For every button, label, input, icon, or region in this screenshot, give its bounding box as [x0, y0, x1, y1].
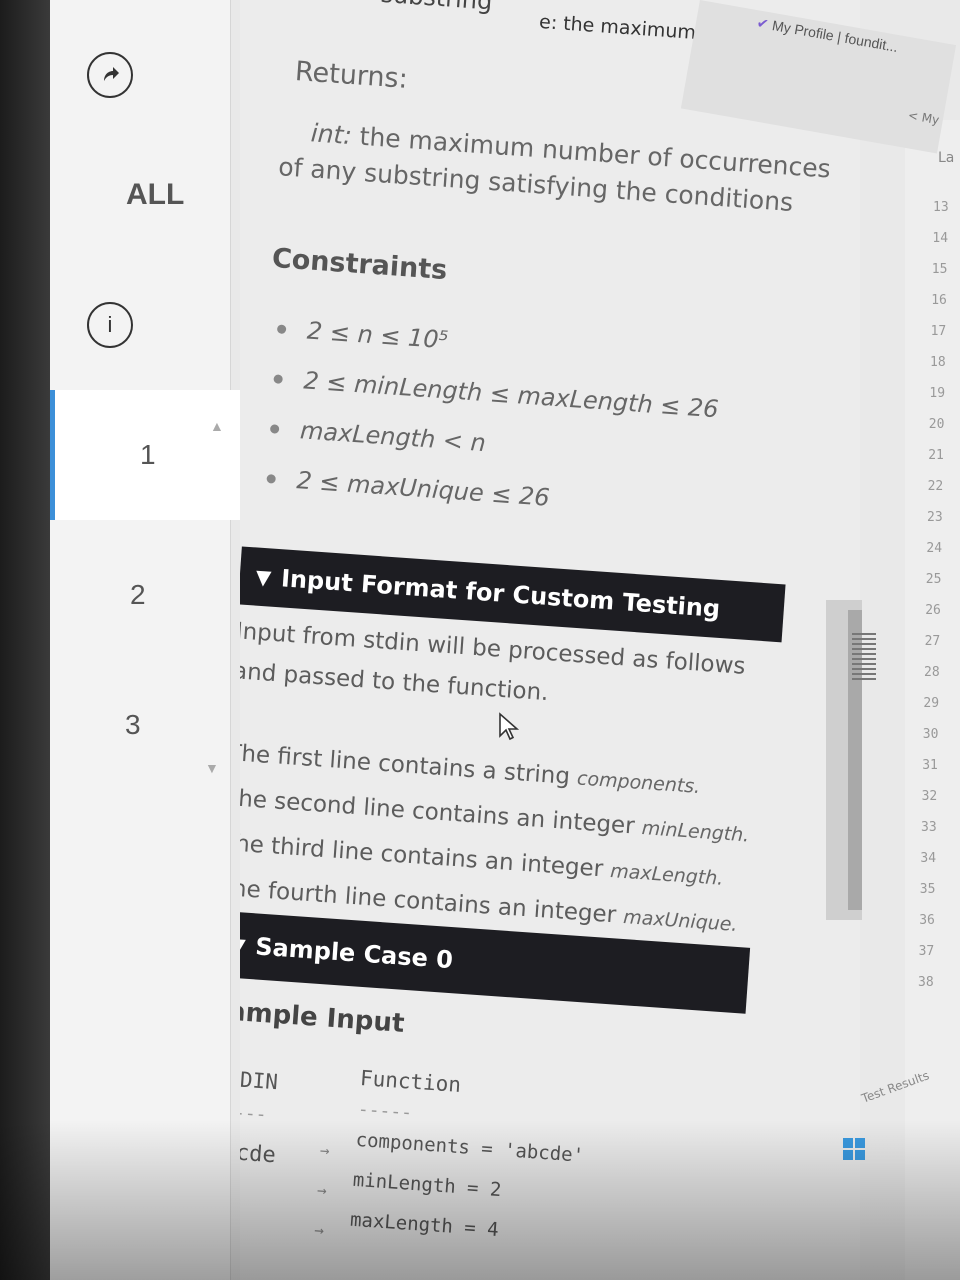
- editor-line-number: 32: [921, 789, 938, 804]
- editor-line-gutter: 13 14 15 16 17 18 19 20 21 22 23 24 25 26 27 28 29 30 31 32…: [905, 120, 960, 1280]
- editor-line-number: 34: [920, 851, 937, 866]
- screen: ALL i 1 ▲ 2 3 ▼ substring e: the maximum…: [0, 0, 960, 1280]
- back-button[interactable]: [20, 40, 200, 110]
- input-format-title: Input Format for Custom Testing: [280, 564, 722, 623]
- windows-start-icon[interactable]: [843, 1138, 865, 1160]
- constraints-title: Constraints: [270, 242, 449, 287]
- arrow-icon: →: [313, 1220, 325, 1240]
- editor-line-number: 13: [933, 200, 949, 215]
- resize-handle[interactable]: [852, 630, 876, 680]
- info-button[interactable]: i: [20, 290, 200, 360]
- sample-function-value: maxLength = 4: [349, 1208, 500, 1242]
- filter-all-label: ALL: [126, 178, 185, 211]
- function-column-header: Function: [359, 1066, 462, 1098]
- editor-line-number: 14: [932, 231, 949, 246]
- mouse-cursor-icon: [499, 712, 520, 741]
- editor-line-number: 37: [918, 944, 935, 959]
- editor-line-number: 26: [925, 603, 941, 618]
- question-navigator: ALL i 1 ▲ 2 3 ▼: [50, 0, 315, 1280]
- editor-line-number: 30: [922, 727, 939, 742]
- editor-line-number: 23: [927, 510, 943, 525]
- function-divider: -----: [357, 1098, 413, 1124]
- question-number: 3: [125, 709, 141, 740]
- info-icon: i: [87, 302, 133, 348]
- sample-function-value: components = 'abcde': [355, 1128, 585, 1167]
- arrow-icon: →: [319, 1140, 331, 1161]
- problem-statement: substring e: the maximum unique characte…: [240, 0, 860, 1280]
- editor-line-number: 38: [918, 975, 934, 990]
- collapse-triangle-icon: ▼: [240, 932, 247, 958]
- scroll-down-arrow-icon[interactable]: ▼: [205, 760, 219, 776]
- editor-line-number: 17: [930, 324, 947, 339]
- sample-input-title: Sample Input: [240, 995, 406, 1039]
- returns-description: int: the maximum number of occurrences o…: [277, 113, 841, 224]
- editor-line-number: 35: [919, 882, 936, 897]
- editor-line-number: 24: [926, 541, 943, 556]
- editor-line-number: 20: [928, 417, 945, 432]
- browser-tab-secondary[interactable]: < My: [907, 108, 940, 127]
- editor-line-number: 27: [924, 634, 941, 649]
- return-description-text: the maximum number of occurrences of any…: [277, 121, 832, 218]
- share-arrow-icon: [87, 52, 133, 98]
- input-format-lines: The first line contains a string compone…: [240, 731, 788, 950]
- substring-heading: substring: [380, 0, 494, 16]
- editor-line-number: 25: [925, 572, 942, 587]
- editor-line-number: 19: [929, 386, 946, 401]
- editor-line-number: 16: [931, 293, 947, 308]
- editor-line-number: 21: [928, 448, 944, 463]
- question-number: 1: [140, 439, 156, 470]
- profile-tab-icon: ✔: [755, 14, 770, 33]
- editor-line-number: 28: [924, 665, 940, 680]
- editor-line-number: 31: [922, 758, 938, 773]
- returns-label: Returns:: [294, 56, 409, 95]
- editor-line-number: 36: [919, 913, 935, 928]
- editor-line-number: 22: [927, 479, 944, 494]
- stdin-column-header: STDIN: [240, 1065, 279, 1095]
- arrow-icon: →: [316, 1180, 328, 1200]
- language-selector[interactable]: La: [938, 150, 954, 166]
- monitor-bezel: [0, 0, 50, 1280]
- stdin-divider: -----: [240, 1100, 268, 1126]
- collapse-triangle-icon: ▼: [254, 564, 273, 590]
- sample-function-value: minLength = 2: [352, 1168, 503, 1202]
- editor-line-number: 29: [923, 696, 940, 711]
- editor-line-number: 33: [921, 820, 937, 835]
- editor-line-number: 15: [931, 262, 948, 277]
- return-type: int:: [309, 118, 353, 151]
- sample-stdin-value: abcde: [240, 1138, 277, 1169]
- constraints-list: 2 ≤ n ≤ 10⁵ 2 ≤ minLength ≤ maxLength ≤ …: [255, 303, 724, 534]
- sample-case-title: Sample Case 0: [254, 932, 454, 975]
- question-number: 2: [130, 579, 146, 610]
- editor-line-number: 18: [930, 355, 946, 370]
- scroll-up-arrow-icon[interactable]: ▲: [210, 418, 224, 434]
